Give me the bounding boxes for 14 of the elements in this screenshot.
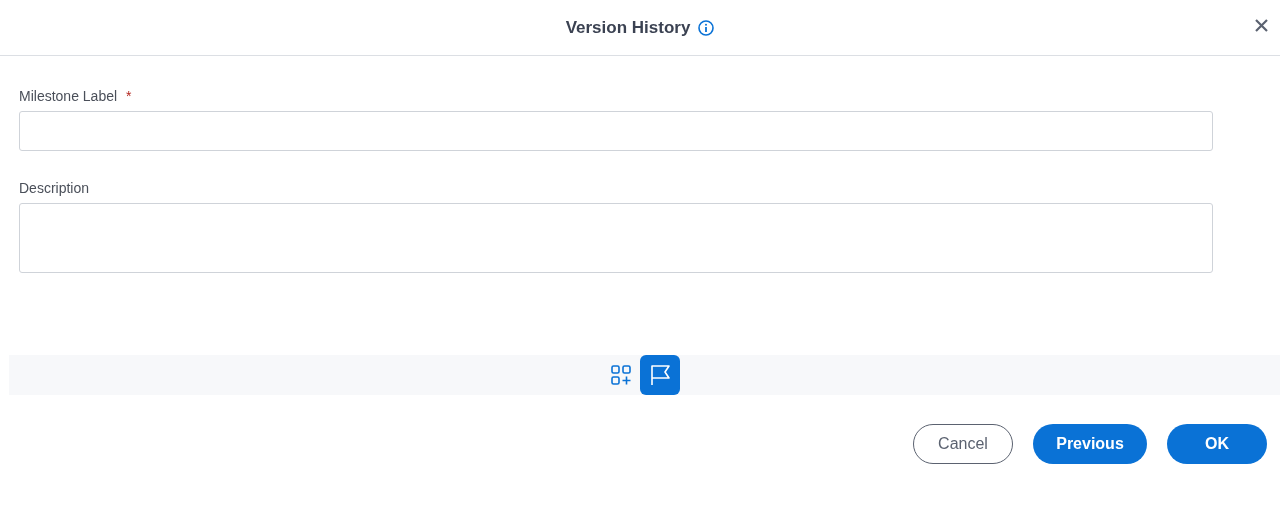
input-field[interactable]	[19, 111, 1213, 151]
required-mark: *	[126, 88, 132, 104]
dialog-button[interactable]: OK	[1167, 424, 1267, 464]
grid-plus-icon	[609, 364, 632, 386]
flag-icon	[648, 364, 671, 386]
info-icon[interactable]	[698, 19, 715, 36]
field-label: Description	[19, 180, 90, 196]
close-button[interactable]	[1253, 17, 1270, 34]
dialog-title: Version History	[565, 17, 691, 38]
field-label: Milestone Label	[19, 88, 118, 104]
dialog-button[interactable]: Previous	[1033, 424, 1147, 464]
dialog-button[interactable]: Cancel	[913, 424, 1013, 464]
toolbar-button[interactable]	[639, 355, 680, 395]
close-icon	[1255, 19, 1268, 32]
